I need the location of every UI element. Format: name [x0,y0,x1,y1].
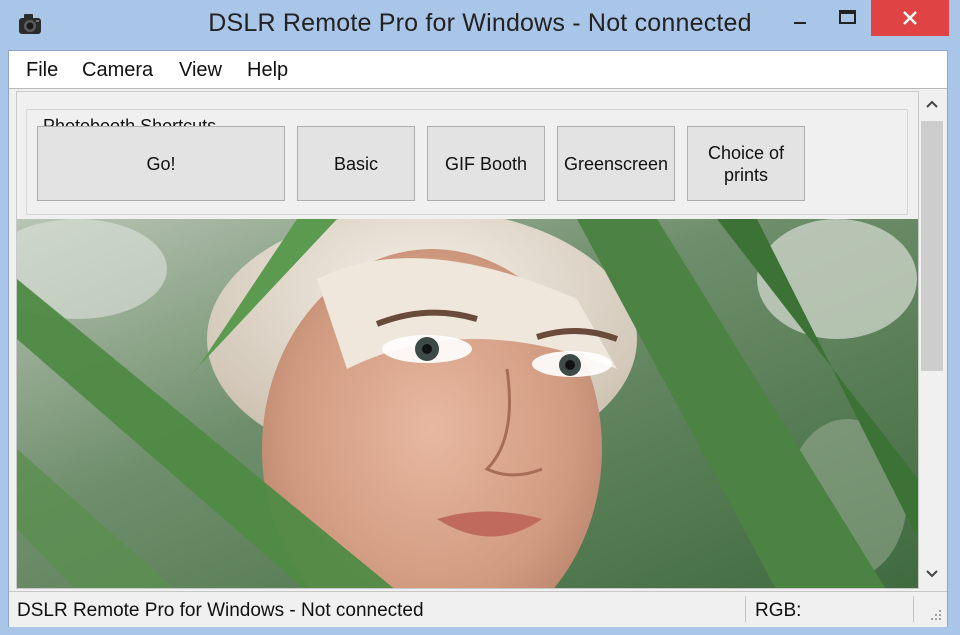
client-area: File Camera View Help Photobooth Shortcu… [8,50,948,627]
status-divider [745,596,746,622]
gif-booth-button[interactable]: GIF Booth [427,126,545,201]
status-bar: DSLR Remote Pro for Windows - Not connec… [9,591,947,627]
main-panel: Photobooth Shortcuts Go! Basic GIF Booth… [16,91,919,589]
minimize-button[interactable] [783,0,817,36]
scroll-thumb[interactable] [921,121,943,371]
close-button[interactable] [871,0,949,36]
menu-help[interactable]: Help [247,59,288,82]
menu-camera[interactable]: Camera [82,59,153,82]
app-window: DSLR Remote Pro for Windows - Not connec… [0,0,960,635]
go-button[interactable]: Go! [37,126,285,201]
camera-preview-image [17,219,918,588]
title-bar[interactable]: DSLR Remote Pro for Windows - Not connec… [0,0,960,50]
maximize-button[interactable] [830,0,864,36]
choice-of-prints-button[interactable]: Choice of prints [687,126,805,201]
status-text: DSLR Remote Pro for Windows - Not connec… [17,600,424,621]
scroll-down-icon[interactable] [919,561,945,587]
menu-bar: File Camera View Help [9,51,947,89]
scroll-up-icon[interactable] [919,91,945,117]
minimize-icon [794,22,806,24]
status-rgb: RGB: [755,600,802,621]
vertical-scrollbar[interactable] [919,91,945,587]
menu-file[interactable]: File [26,59,58,82]
close-icon [903,11,917,25]
resize-grip-icon[interactable] [927,606,943,622]
basic-button[interactable]: Basic [297,126,415,201]
maximize-icon [839,10,856,24]
menu-view[interactable]: View [179,59,222,82]
greenscreen-button[interactable]: Greenscreen [557,126,675,201]
status-divider [913,596,914,622]
